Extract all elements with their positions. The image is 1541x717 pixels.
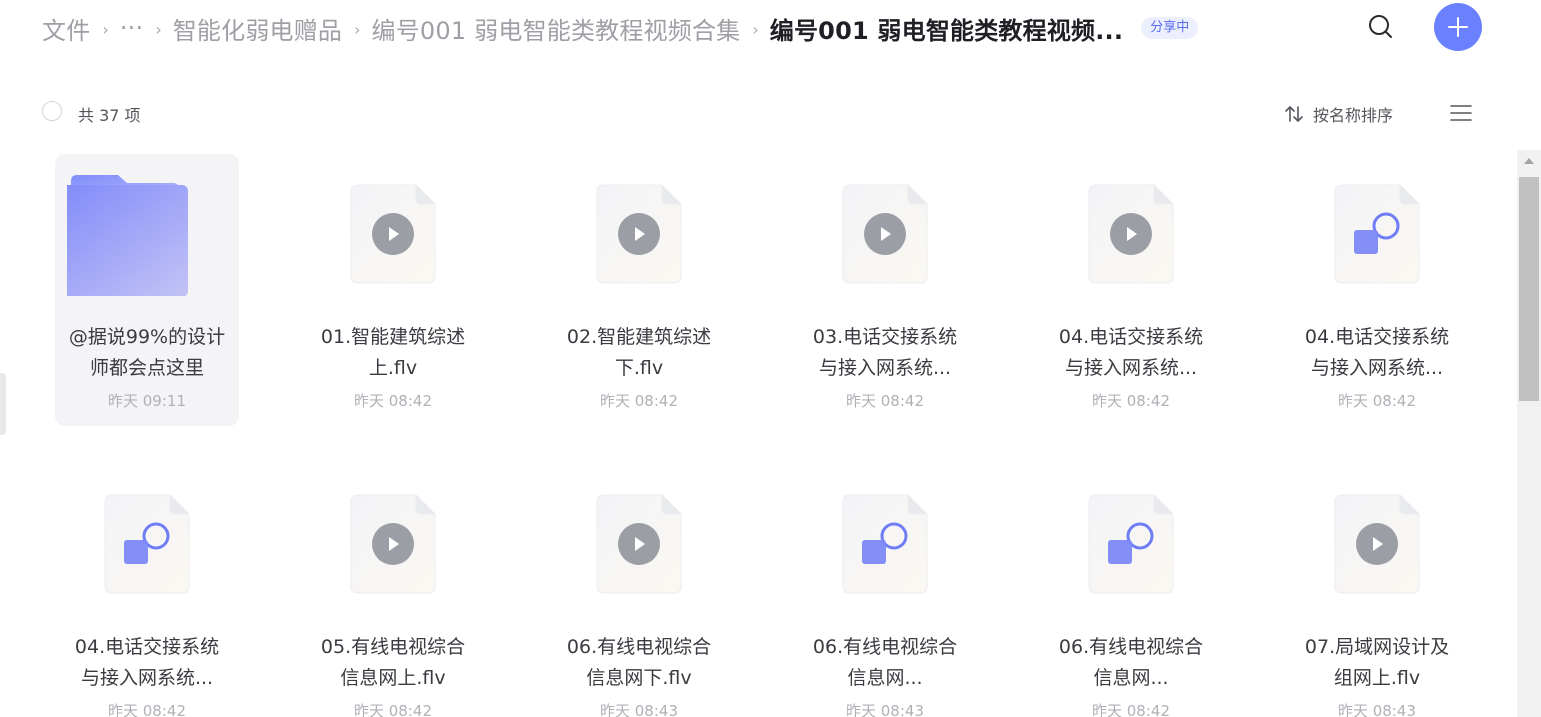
file-name-line: 信息网... — [847, 667, 923, 689]
breadcrumb-separator: › — [155, 19, 162, 39]
file-name: 06.有线电视综合 信息网... — [805, 632, 965, 694]
file-name-line: 07.局域网设计及 — [1304, 636, 1450, 658]
modified-time: 昨天 08:42 — [354, 392, 432, 410]
file-item[interactable]: 06.有线电视综合 信息网... 昨天 08:42 — [1039, 464, 1223, 717]
breadcrumb-separator: › — [102, 19, 109, 39]
search-icon — [1369, 15, 1392, 38]
video-file-icon — [596, 494, 682, 594]
file-item[interactable]: 01.智能建筑综述 上.flv 昨天 08:42 — [301, 154, 485, 426]
video-file-icon — [1334, 494, 1420, 594]
sort-arrows-icon — [1285, 106, 1303, 122]
sort-button[interactable]: 按名称排序 — [1284, 102, 1393, 126]
file-item[interactable]: 05.有线电视综合 信息网上.flv 昨天 08:42 — [301, 464, 485, 717]
modified-time: 昨天 08:42 — [108, 702, 186, 717]
breadcrumb-separator: › — [354, 19, 361, 39]
file-name: 02.智能建筑综述 下.flv — [559, 322, 719, 384]
modified-time: 昨天 08:42 — [846, 392, 924, 410]
file-name: 07.局域网设计及 组网上.flv — [1297, 632, 1457, 694]
file-name: 01.智能建筑综述 上.flv — [313, 322, 473, 384]
file-name-line: 04.电话交接系统 — [1058, 326, 1204, 348]
breadcrumb-item-more[interactable]: ··· — [120, 14, 144, 42]
file-name-line: 信息网上.flv — [340, 667, 446, 689]
file-item[interactable]: 06.有线电视综合 信息网... 昨天 08:43 — [793, 464, 977, 717]
generic-file-icon — [842, 494, 928, 594]
file-name: 06.有线电视综合 信息网... — [1051, 632, 1211, 694]
breadcrumb: 文件 › ··· › 智能化弱电赠品 › 编号001 弱电智能类教程视频合集 ›… — [42, 10, 1199, 46]
file-name-line: 信息网... — [1093, 667, 1169, 689]
video-file-icon — [350, 494, 436, 594]
scrollbar-thumb[interactable] — [1519, 177, 1539, 401]
file-item[interactable]: 04.电话交接系统 与接入网系统... 昨天 08:42 — [1039, 154, 1223, 426]
scroll-up-arrow[interactable] — [1524, 158, 1534, 164]
folder-item[interactable]: @据说99%的设计 师都会点这里昨天 09:11 — [55, 154, 239, 426]
file-name: 04.电话交接系统 与接入网系统... — [1051, 322, 1211, 384]
file-item[interactable]: 02.智能建筑综述 下.flv 昨天 08:42 — [547, 154, 731, 426]
file-item[interactable]: 04.电话交接系统 与接入网系统... 昨天 08:42 — [1285, 154, 1469, 426]
breadcrumb-item-folder[interactable]: 编号001 弱电智能类教程视频合集 — [372, 11, 741, 46]
generic-file-icon — [1334, 184, 1420, 284]
generic-file-icon — [104, 494, 190, 594]
file-item[interactable]: 06.有线电视综合 信息网下.flv 昨天 08:43 — [547, 464, 731, 717]
scrollbar[interactable] — [1517, 150, 1541, 717]
video-file-icon — [350, 184, 436, 284]
file-name-line: 06.有线电视综合 — [1058, 636, 1204, 658]
file-name-line: 01.智能建筑综述 — [320, 326, 466, 348]
top-bar: 文件 › ··· › 智能化弱电赠品 › 编号001 弱电智能类教程视频合集 ›… — [0, 0, 1541, 56]
file-name: @据说99%的设计 师都会点这里 — [67, 322, 227, 384]
modified-time: 昨天 08:42 — [1338, 392, 1416, 410]
list-view-icon — [1450, 105, 1472, 121]
file-name-line: @据说99%的设计 — [68, 326, 226, 348]
file-name-line: 师都会点这里 — [89, 357, 204, 379]
breadcrumb-separator: › — [752, 19, 759, 39]
breadcrumb-item-files[interactable]: 文件 — [42, 11, 90, 46]
file-name-line: 下.flv — [614, 357, 664, 379]
file-name-line: 与接入网系统... — [1310, 357, 1444, 379]
modified-time: 昨天 08:43 — [846, 702, 924, 717]
file-name: 04.电话交接系统 与接入网系统... — [1297, 322, 1457, 384]
modified-time: 昨天 09:11 — [108, 392, 186, 410]
modified-time: 昨天 08:43 — [600, 702, 678, 717]
file-name-line: 03.电话交接系统 — [812, 326, 958, 348]
breadcrumb-item-folder[interactable]: 智能化弱电赠品 — [173, 11, 342, 46]
file-name: 06.有线电视综合 信息网下.flv — [559, 632, 719, 694]
add-button[interactable] — [1434, 3, 1482, 51]
select-all-checkbox[interactable] — [42, 101, 62, 121]
generic-file-icon — [1088, 494, 1174, 594]
file-name-line: 与接入网系统... — [818, 357, 952, 379]
video-file-icon — [596, 184, 682, 284]
file-name-line: 04.电话交接系统 — [74, 636, 220, 658]
file-item[interactable]: 03.电话交接系统 与接入网系统... 昨天 08:42 — [793, 154, 977, 426]
file-name-line: 06.有线电视综合 — [812, 636, 958, 658]
modified-time: 昨天 08:43 — [1338, 702, 1416, 717]
file-name-line: 上.flv — [368, 357, 418, 379]
file-name-line: 06.有线电视综合 — [566, 636, 712, 658]
modified-time: 昨天 08:42 — [1092, 392, 1170, 410]
file-name-line: 组网上.flv — [1333, 667, 1421, 689]
file-name: 04.电话交接系统 与接入网系统... — [67, 632, 227, 694]
file-name: 03.电话交接系统 与接入网系统... — [805, 322, 965, 384]
search-button[interactable] — [1364, 10, 1398, 44]
file-item[interactable]: 07.局域网设计及 组网上.flv 昨天 08:43 — [1285, 464, 1469, 717]
breadcrumb-current: 编号001 弱电智能类教程视频... — [769, 16, 1124, 45]
file-name-line: 与接入网系统... — [80, 667, 214, 689]
sort-label: 按名称排序 — [1313, 106, 1394, 125]
folder-icon — [67, 175, 188, 296]
file-name-line: 02.智能建筑综述 — [566, 326, 712, 348]
file-name-line: 信息网下.flv — [586, 667, 692, 689]
file-name-line: 04.电话交接系统 — [1304, 326, 1450, 348]
file-grid: @据说99%的设计 师都会点这里昨天 09:11 01.智能建筑综述 上.flv 昨天 … — [0, 150, 1515, 717]
video-file-icon — [1088, 184, 1174, 284]
file-name-line: 05.有线电视综合 — [320, 636, 466, 658]
file-name-line: 与接入网系统... — [1064, 357, 1198, 379]
share-status-badge: 分享中 — [1141, 17, 1199, 39]
list-view-button[interactable] — [1450, 104, 1472, 122]
file-item[interactable]: 04.电话交接系统 与接入网系统... 昨天 08:42 — [55, 464, 239, 717]
item-count: 共 37 项 — [78, 106, 141, 125]
file-name: 05.有线电视综合 信息网上.flv — [313, 632, 473, 694]
video-file-icon — [842, 184, 928, 284]
modified-time: 昨天 08:42 — [354, 702, 432, 717]
modified-time: 昨天 08:42 — [600, 392, 678, 410]
modified-time: 昨天 08:42 — [1092, 702, 1170, 717]
